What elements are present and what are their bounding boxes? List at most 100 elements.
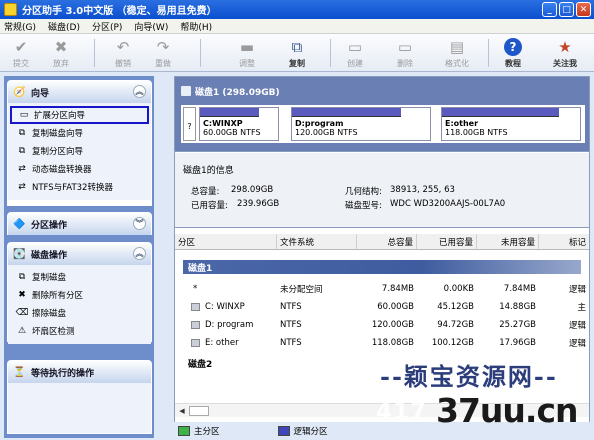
sidebar-item-bad-sector[interactable]: ⚠ 坏扇区检测 (8, 322, 151, 340)
chevron-down-icon[interactable]: ︾ (133, 217, 146, 230)
copy-disk-icon: ⧉ (18, 128, 26, 138)
table-row[interactable]: * 未分配空间 7.84MB 0.00KB 7.84MB 逻辑 (175, 280, 589, 298)
disk-ops-panel: 💽 磁盘操作 ︽ ⧉ 复制磁盘 ✖ 删除所有分区 ⌫ 擦除磁盘 ⚠ 坏扇区检测 (7, 242, 152, 344)
partition-ops-icon: 🔷 (13, 218, 26, 230)
col-used[interactable]: 已用容量 (417, 234, 477, 249)
disk-map: 磁盘1 (298.09GB) ? C:WINXP 60.00GB NTFS D:… (175, 77, 589, 152)
chevron-up-icon[interactable]: ︽ (133, 85, 146, 98)
sidebar-item-copy-partition-wizard[interactable]: ⧉ 复制分区向导 (8, 142, 151, 160)
create-partition-icon: ▭ (347, 38, 363, 56)
partition-table: 分区 文件系统 总容量 已用容量 未用容量 标记 磁盘1 * 未分配空间 7.8… (175, 234, 589, 429)
sidebar-item-copy-disk[interactable]: ⧉ 复制磁盘 (8, 268, 151, 286)
menu-general[interactable]: 常规(G) (4, 20, 36, 33)
drive-icon (191, 302, 200, 311)
disk-info-title: 磁盘1的信息 (183, 166, 234, 176)
tutorial-button[interactable]: ? 教程 (496, 37, 530, 70)
table-row[interactable]: D: program NTFS 120.00GB 94.72GB 25.27GB… (175, 316, 589, 334)
disk-header: 磁盘1 (298.09GB) (181, 84, 585, 98)
col-free[interactable]: 未用容量 (477, 234, 539, 249)
sidebar-item-ntfs-fat32[interactable]: ⇄ NTFS与FAT32转换器 (8, 178, 151, 196)
menu-disk[interactable]: 磁盘(D) (48, 20, 80, 33)
sidebar-item-delete-all[interactable]: ✖ 删除所有分区 (8, 286, 151, 304)
window-title: 分区助手 3.0中文版 （稳定、易用且免费） (22, 6, 217, 17)
menu-help[interactable]: 帮助(H) (180, 20, 212, 33)
check-icon: ✔ (14, 38, 28, 56)
cancel-x-icon: ✖ (54, 38, 68, 56)
format-button[interactable]: ▤ 格式化 (440, 37, 474, 70)
disk-ops-header[interactable]: 💽 磁盘操作 ︽ (8, 243, 151, 265)
menu-bar: 常规(G) 磁盘(D) 分区(P) 向导(W) 帮助(H) (0, 19, 594, 34)
menu-wizard[interactable]: 向导(W) (134, 20, 168, 33)
drive-icon (191, 320, 200, 329)
group-disk1[interactable]: 磁盘1 (183, 260, 581, 274)
delete-button[interactable]: ▭ 删除 (388, 37, 422, 70)
copy-disk-icon: ⧉ (291, 38, 303, 56)
app-icon (4, 3, 17, 16)
col-partition[interactable]: 分区 (175, 234, 277, 249)
pending-header[interactable]: ⏳ 等待执行的操作 (8, 361, 151, 383)
close-button[interactable]: ✕ (576, 2, 591, 17)
bad-sector-icon: ⚠ (17, 326, 27, 336)
left-pane: 🧭 向导 ︽ ▭ 扩展分区向导 ⧉ 复制磁盘向导 ⧉ 复制分区向导 ⇄ 动态磁盘… (4, 76, 154, 438)
sidebar-item-wipe-disk[interactable]: ⌫ 擦除磁盘 (8, 304, 151, 322)
submit-button[interactable]: ✔ 提交 (4, 37, 38, 70)
delete-partition-icon: ▭ (397, 38, 413, 56)
partition-ops-header[interactable]: 🔷 分区操作 ︾ (8, 213, 151, 235)
legend: 主分区 逻辑分区 (174, 422, 590, 440)
chevron-up-icon[interactable]: ︽ (133, 247, 146, 260)
scroll-thumb[interactable] (189, 406, 209, 416)
col-flag[interactable]: 标记 (539, 234, 589, 249)
resize-button[interactable]: ▬ 调整 (230, 37, 264, 70)
partition-block-c[interactable]: C:WINXP 60.00GB NTFS (199, 107, 279, 141)
menu-partition[interactable]: 分区(P) (92, 20, 122, 33)
wipe-icon: ⌫ (15, 308, 29, 318)
table-row[interactable]: C: WINXP NTFS 60.00GB 45.12GB 14.88GB 主 (175, 298, 589, 316)
table-row[interactable]: E: other NTFS 118.08GB 100.12GB 17.96GB … (175, 334, 589, 352)
minimize-button[interactable]: _ (542, 2, 557, 17)
disk-info-panel: 磁盘1的信息 总容量: 298.09GB 已用容量: 239.96GB 几何结构… (175, 153, 589, 228)
sidebar-item-dynamic-disk[interactable]: ⇄ 动态磁盘转换器 (8, 160, 151, 178)
delete-icon: ✖ (18, 290, 26, 300)
follow-button[interactable]: ★ 关注我 (548, 37, 582, 70)
format-icon: ▤ (449, 38, 465, 56)
pending-panel: ⏳ 等待执行的操作 (7, 360, 152, 434)
partition-bar: ? C:WINXP 60.00GB NTFS D:program 120.00G… (181, 105, 585, 143)
undo-icon: ↶ (116, 38, 130, 56)
scroll-left-icon[interactable]: ◀ (176, 405, 188, 417)
logical-swatch (277, 426, 290, 436)
toolbar: ✔ 提交 ✖ 放弃 ↶ 撤销 ↷ 重做 ▬ 调整 ⧉ 复制 ▭ 创建 ▭ 删除 … (0, 34, 594, 72)
title-bar: 分区助手 3.0中文版 （稳定、易用且免费） _ □ ✕ (0, 0, 594, 19)
wizard-icon: 🧭 (13, 86, 26, 98)
unallocated-block[interactable]: ? (183, 107, 196, 141)
follow-icon: ★ (558, 38, 572, 56)
col-filesystem[interactable]: 文件系统 (277, 234, 357, 249)
wizard-panel-header[interactable]: 🧭 向导 ︽ (8, 81, 151, 103)
drive-icon (191, 338, 200, 347)
copy-partition-icon: ⧉ (18, 146, 26, 156)
copy-disk-icon: ⧉ (18, 272, 26, 282)
undo-button[interactable]: ↶ 撤销 (106, 37, 140, 70)
table-header: 分区 文件系统 总容量 已用容量 未用容量 标记 (175, 234, 589, 250)
wizard-panel: 🧭 向导 ︽ ▭ 扩展分区向导 ⧉ 复制磁盘向导 ⧉ 复制分区向导 ⇄ 动态磁盘… (7, 80, 152, 206)
main-pane: 磁盘1 (298.09GB) ? C:WINXP 60.00GB NTFS D:… (174, 76, 590, 438)
sidebar-item-copy-disk-wizard[interactable]: ⧉ 复制磁盘向导 (8, 124, 151, 142)
help-icon: ? (501, 37, 525, 57)
sidebar-item-extend-wizard[interactable]: ▭ 扩展分区向导 (10, 106, 149, 124)
copy-button[interactable]: ⧉ 复制 (280, 37, 314, 70)
horizontal-scrollbar[interactable]: ◀ (175, 403, 589, 417)
redo-button[interactable]: ↷ 重做 (146, 37, 180, 70)
group-disk2[interactable]: 磁盘2 (183, 356, 589, 370)
discard-button[interactable]: ✖ 放弃 (44, 37, 78, 70)
create-button[interactable]: ▭ 创建 (338, 37, 372, 70)
dynamic-disk-icon: ⇄ (18, 164, 26, 174)
primary-swatch (178, 426, 190, 436)
extend-icon: ▭ (19, 110, 29, 120)
redo-icon: ↷ (156, 38, 170, 56)
partition-ops-panel: 🔷 分区操作 ︾ (7, 212, 152, 235)
col-total[interactable]: 总容量 (357, 234, 417, 249)
partition-block-e[interactable]: E:other 118.00GB NTFS (441, 107, 581, 141)
convert-icon: ⇄ (18, 182, 26, 192)
partition-block-d[interactable]: D:program 120.00GB NTFS (291, 107, 431, 141)
maximize-button[interactable]: □ (559, 2, 574, 17)
pending-icon: ⏳ (13, 366, 26, 378)
